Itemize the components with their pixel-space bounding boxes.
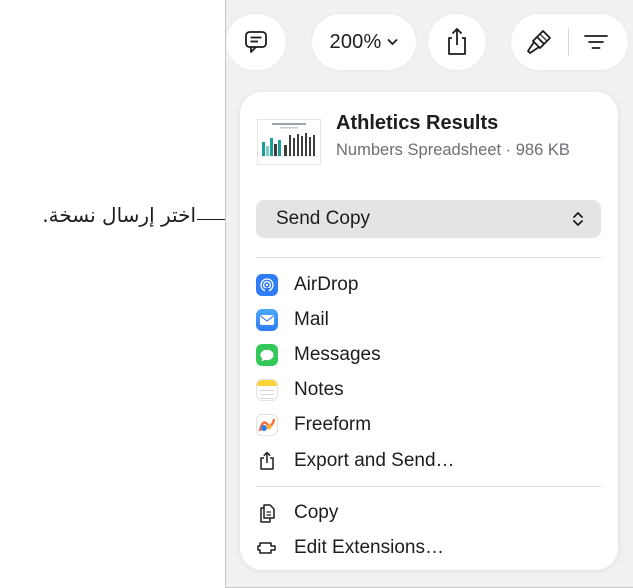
organize-button[interactable] bbox=[583, 30, 609, 59]
notes-icon bbox=[256, 379, 278, 401]
menu-item-airdrop[interactable]: AirDrop bbox=[256, 270, 601, 300]
separator bbox=[256, 257, 601, 258]
menu-item-label: Copy bbox=[294, 502, 339, 523]
export-icon bbox=[256, 450, 278, 472]
menu-item-mail[interactable]: Mail bbox=[256, 305, 601, 335]
menu-item-export-and-send[interactable]: Export and Send… bbox=[256, 446, 601, 476]
menu-item-label: Freeform bbox=[294, 414, 372, 435]
send-mode-value: Send Copy bbox=[276, 208, 371, 229]
zoom-level: 200% bbox=[329, 30, 382, 53]
menu-item-label: Messages bbox=[294, 344, 381, 365]
zoom-button[interactable]: 200% bbox=[312, 14, 416, 70]
menu-item-freeform[interactable]: Freeform bbox=[256, 410, 601, 440]
menu-item-label: Mail bbox=[294, 309, 329, 330]
separator bbox=[256, 486, 601, 487]
share-icon bbox=[444, 27, 470, 57]
extensions-icon bbox=[256, 537, 278, 559]
menu-item-copy[interactable]: Copy bbox=[256, 498, 601, 528]
document-thumbnail bbox=[257, 119, 321, 165]
chevron-down-icon bbox=[387, 38, 398, 46]
send-mode-select[interactable]: Send Copy bbox=[256, 200, 601, 238]
menu-item-label: Edit Extensions… bbox=[294, 537, 444, 558]
format-button[interactable] bbox=[524, 27, 554, 62]
menu-item-label: Notes bbox=[294, 379, 344, 400]
organize-lines-icon bbox=[583, 35, 609, 58]
format-organize-group bbox=[511, 14, 628, 70]
document-title: Athletics Results bbox=[336, 112, 499, 134]
up-down-chevron-icon bbox=[571, 209, 585, 235]
messages-icon bbox=[256, 344, 278, 366]
paintbrush-icon bbox=[524, 30, 554, 61]
menu-item-label: AirDrop bbox=[294, 274, 359, 295]
menu-item-notes[interactable]: Notes bbox=[256, 375, 601, 405]
copy-icon bbox=[256, 502, 278, 524]
menu-item-label: Export and Send… bbox=[294, 450, 455, 471]
comment-icon bbox=[243, 29, 269, 55]
menu-item-messages[interactable]: Messages bbox=[256, 340, 601, 370]
document-subtitle: Numbers Spreadsheet · 986 KB bbox=[336, 141, 570, 159]
share-button[interactable] bbox=[428, 14, 486, 70]
comment-button[interactable] bbox=[226, 14, 286, 70]
mail-icon bbox=[256, 309, 278, 331]
menu-item-edit-extensions[interactable]: Edit Extensions… bbox=[256, 533, 601, 563]
toolbar-divider bbox=[568, 28, 569, 56]
airdrop-icon bbox=[256, 274, 278, 296]
callout-label: اختر إرسال نسخة. bbox=[42, 203, 196, 227]
freeform-icon bbox=[256, 414, 278, 436]
